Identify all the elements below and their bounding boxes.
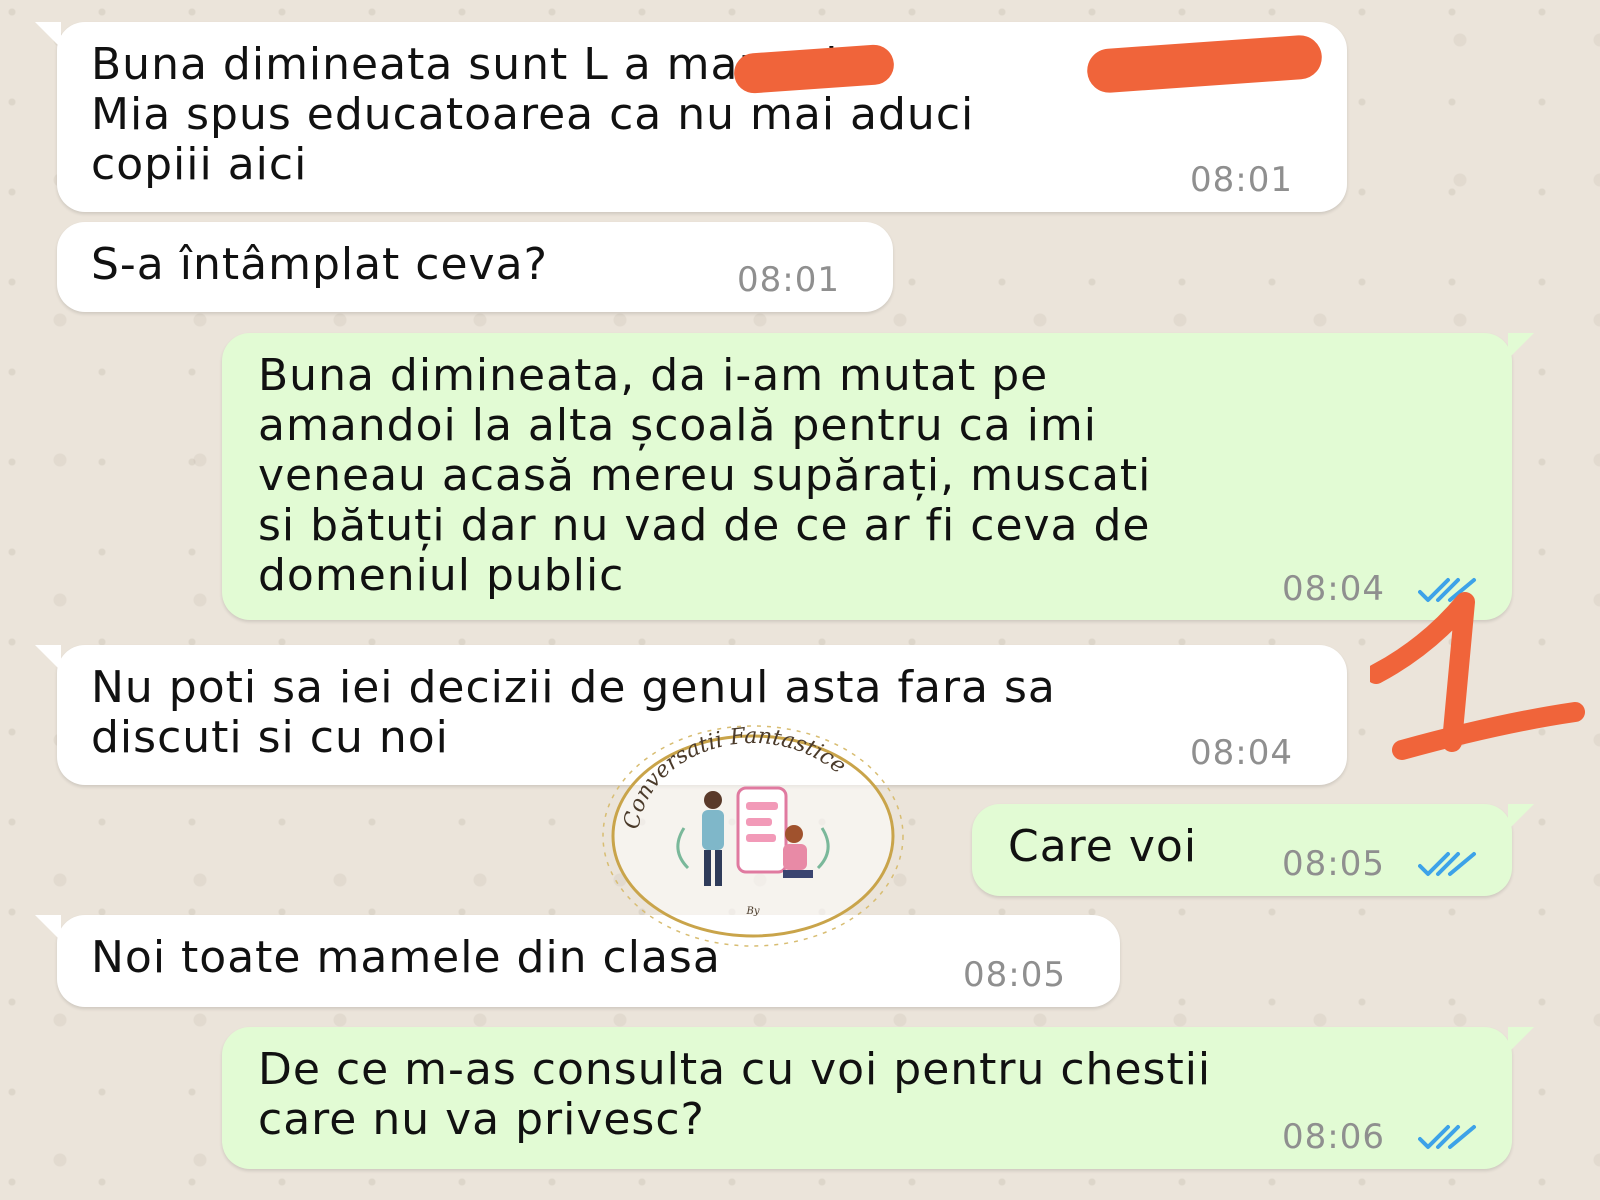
message-text: Buna dimineata, da i-am mutat pe amandoi… (258, 350, 1152, 601)
person-icon (785, 825, 803, 843)
double-check-icon (1418, 1125, 1476, 1149)
message-bubble-outgoing[interactable]: De ce m-as consulta cu voi pentru chesti… (222, 1027, 1534, 1169)
message-bubble-outgoing[interactable]: Buna dimineata, da i-am mutat pe amandoi… (222, 333, 1534, 620)
person-icon (704, 791, 722, 809)
message-time: 08:05 (1282, 844, 1385, 884)
bubble-tail (1508, 1027, 1534, 1053)
message-time: 08:05 (963, 955, 1066, 995)
phone-icon (736, 786, 788, 874)
message-time: 08:06 (1282, 1117, 1385, 1157)
bubble-tail (35, 645, 61, 671)
message-text: Care voi (1008, 821, 1198, 872)
message-text: S-a întâmplat ceva? (91, 239, 548, 290)
message-bubble-incoming[interactable]: Buna dimineata sunt L a mama i Mia spus … (35, 22, 1347, 212)
bubble-tail (35, 915, 61, 941)
message-time: 08:01 (1190, 160, 1293, 200)
annotation-number: 1 (1370, 592, 1585, 760)
message-bubble-outgoing[interactable]: Care voi 08:05 (972, 804, 1534, 896)
message-bubble-incoming[interactable]: S-a întâmplat ceva? 08:01 (57, 222, 893, 312)
watermark-byline: By (746, 906, 760, 917)
message-time: 08:04 (1190, 733, 1293, 773)
double-check-icon (1418, 852, 1476, 876)
bubble-tail (1508, 333, 1534, 359)
message-time: 08:01 (737, 260, 840, 300)
bubble-tail (1508, 804, 1534, 830)
watermark-logo: Conversatii Fantastice By (602, 724, 904, 947)
bubble-tail (35, 22, 61, 48)
